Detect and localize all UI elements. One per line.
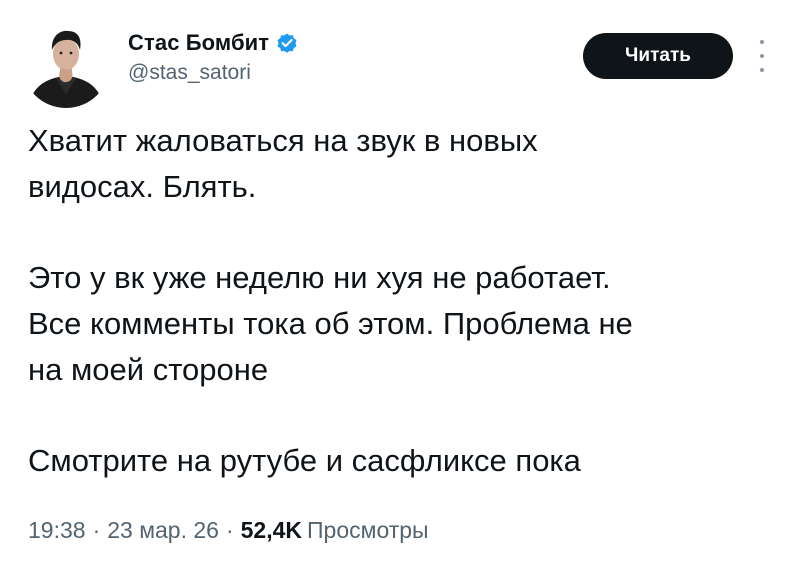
more-dot [760,40,764,44]
verified-badge-icon [275,31,299,55]
author-block: Стас Бомбит @stas_satori [128,28,299,85]
tweet-date[interactable]: 23 мар. 26 [107,517,219,544]
tweet-paragraph: Смотрите на рутубе и сасфликсе пока [28,443,581,478]
display-name-row: Стас Бомбит [128,28,299,58]
views-label[interactable]: Просмотры [307,517,429,544]
avatar-portrait-icon [22,20,110,108]
more-dot [760,68,764,72]
more-vertical-icon[interactable] [755,40,769,72]
meta-separator: · [225,517,234,543]
follow-button[interactable]: Читать [583,33,733,79]
tweet-paragraph: Это у вк уже неделю ни хуя не работает. … [28,260,633,387]
user-handle[interactable]: @stas_satori [128,61,299,85]
avatar[interactable] [22,20,110,108]
meta-separator: · [92,517,101,543]
tweet-meta: 19:38 · 23 мар. 26 · 52,4K Просмотры [28,517,429,544]
tweet-time[interactable]: 19:38 [28,517,86,544]
views-count: 52,4K [240,517,303,543]
display-name[interactable]: Стас Бомбит [128,30,269,56]
more-dot [760,54,764,58]
tweet-paragraph: Хватит жаловаться на звук в новых видоса… [28,123,538,204]
tweet-text: Хватит жаловаться на звук в новых видоса… [28,118,768,484]
tweet-card: Стас Бомбит @stas_satori Читать Хватит ж… [0,0,800,574]
